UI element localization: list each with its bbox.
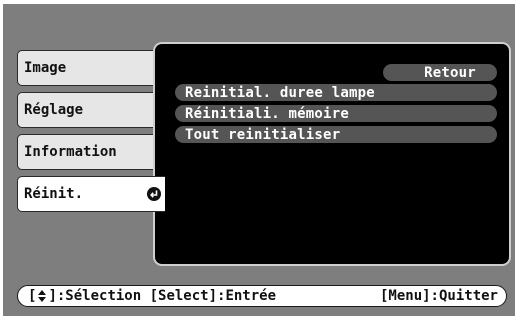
menu-item-label: Réinitiali. mémoire (185, 105, 349, 122)
enter-icon (147, 187, 161, 201)
menu-item-label: Reinitial. duree lampe (185, 84, 375, 101)
tab-label: Réinit. (24, 186, 84, 202)
menu-item-label: Tout reinitialiser (185, 126, 341, 143)
tab-label: Image (24, 60, 67, 76)
tab-label: Réglage (24, 102, 84, 118)
projector-menu-screen: Image Réglage Information Réinit. Retour… (3, 4, 515, 316)
status-bar: [ ]:Sélection [Select]:Entrée [Menu]:Qui… (17, 285, 507, 307)
menu-item-reset-lamp-hours[interactable]: Reinitial. duree lampe (175, 84, 497, 101)
menu-item-reset-memory[interactable]: Réinitiali. mémoire (175, 105, 497, 122)
menu-item-reset-all[interactable]: Tout reinitialiser (175, 126, 497, 143)
submenu-panel: Retour Reinitial. duree lampe Réinitiali… (153, 42, 511, 266)
tab-image[interactable]: Image (17, 50, 157, 86)
bracket-open: [ (28, 288, 37, 304)
up-down-arrow-icon (37, 289, 47, 303)
select-help-text: ]:Sélection [Select]:Entrée (48, 288, 277, 304)
return-label: Retour (424, 64, 476, 81)
tab-reinit[interactable]: Réinit. (17, 176, 165, 212)
tab-reglage[interactable]: Réglage (17, 92, 157, 128)
tab-label: Information (24, 144, 117, 160)
quit-help-text: [Menu]:Quitter (379, 288, 498, 304)
return-button[interactable]: Retour (383, 64, 497, 81)
tab-information[interactable]: Information (17, 134, 157, 170)
status-help-select: [ ]:Sélection [Select]:Entrée (28, 288, 276, 304)
